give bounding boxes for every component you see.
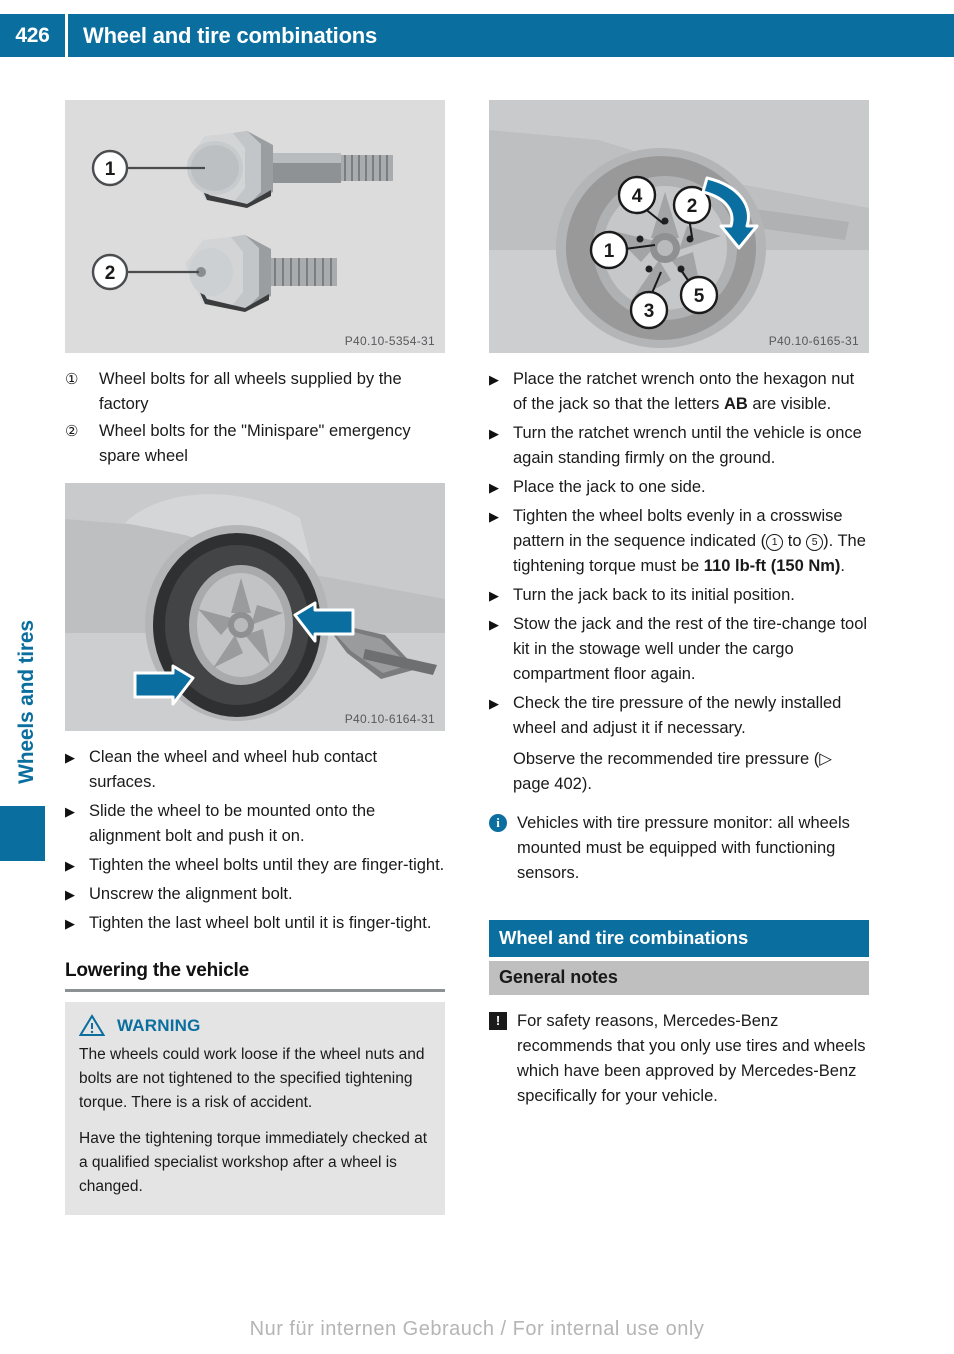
step-bullet-icon: ▶ xyxy=(489,617,499,632)
attention-icon: ! xyxy=(489,1009,517,1030)
wheel-bolts-illustration: 1 2 xyxy=(65,100,445,353)
list-item: ▶ Check the tire pressure of the newly i… xyxy=(489,691,869,741)
page-number: 426 xyxy=(15,23,50,47)
list-item: ▶ Clean the wheel and wheel hub contact … xyxy=(65,745,445,795)
list-item: ▶ Turn the ratchet wrench until the vehi… xyxy=(489,421,869,471)
step-bullet-icon: ▶ xyxy=(489,480,499,495)
page-header: 426 Wheel and tire combinations xyxy=(0,14,954,57)
warning-box: WARNING The wheels could work loose if t… xyxy=(65,1002,445,1215)
step-text: Clean the wheel and wheel hub contact su… xyxy=(89,748,378,791)
attention-note-text: For safety reasons, Mercedes-Benz recomm… xyxy=(517,1012,866,1105)
step-text: Turn the jack back to its initial positi… xyxy=(513,586,795,604)
figure-code: P40.10-6165-31 xyxy=(768,334,859,348)
step-bullet-icon: ▶ xyxy=(65,858,75,873)
svg-text:2: 2 xyxy=(687,196,698,217)
step-bullet-icon: ▶ xyxy=(489,509,499,524)
figure-bolt-sequence: 1 2 3 4 5 P40.10-6165-31 xyxy=(489,100,869,353)
figure-legend: ① Wheel bolts for all wheels supplied by… xyxy=(65,367,445,469)
svg-text:3: 3 xyxy=(644,301,655,322)
step-text: Stow the jack and the rest of the tire-c… xyxy=(513,615,868,683)
chapter-tab-marker xyxy=(0,806,45,861)
info-icon-glyph: i xyxy=(489,814,507,832)
attention-icon-glyph: ! xyxy=(489,1012,507,1030)
legend-item: ① Wheel bolts for all wheels supplied by… xyxy=(65,367,445,417)
svg-text:5: 5 xyxy=(694,286,705,307)
cross-reference-text[interactable]: Observe the recommended tire pressure (▷… xyxy=(513,747,869,797)
svg-text:1: 1 xyxy=(604,241,615,262)
warning-paragraph: Have the tightening torque immediately c… xyxy=(79,1130,428,1195)
svg-text:2: 2 xyxy=(105,263,116,284)
step-bullet-icon: ▶ xyxy=(489,696,499,711)
step-text: Turn the ratchet wrench until the vehicl… xyxy=(513,424,862,467)
list-item: ▶ Turn the jack back to its initial posi… xyxy=(489,583,869,608)
chapter-tab-label: Wheels and tires xyxy=(15,620,38,784)
circled-number: 1 xyxy=(766,534,784,551)
attention-note: ! For safety reasons, Mercedes-Benz reco… xyxy=(489,1009,869,1109)
warning-title: WARNING xyxy=(117,1015,201,1035)
list-item: ▶ Tighten the wheel bolts until they are… xyxy=(65,853,445,878)
info-icon: i xyxy=(489,811,517,832)
subsection-header-bar: General notes xyxy=(489,961,869,995)
list-item: ▶ Place the ratchet wrench onto the hexa… xyxy=(489,367,869,417)
svg-text:4: 4 xyxy=(632,186,643,207)
step-bullet-icon: ▶ xyxy=(65,916,75,931)
info-note-text: Vehicles with tire pressure monitor: all… xyxy=(517,814,850,882)
right-column: 1 2 3 4 5 P40.10-6165-31 ▶ Place the rat… xyxy=(489,100,869,1109)
wheel-jack-illustration xyxy=(65,483,445,731)
warning-paragraph: The wheels could work loose if the wheel… xyxy=(79,1046,425,1111)
page-footer: Nur für internen Gebrauch / For internal… xyxy=(249,1318,705,1340)
left-step-list: ▶ Clean the wheel and wheel hub contact … xyxy=(65,745,445,936)
legend-marker-1: ① xyxy=(65,371,79,388)
legend-text-1: Wheel bolts for all wheels supplied by t… xyxy=(99,370,402,413)
step-text: Tighten the wheel bolts until they are f… xyxy=(89,856,445,874)
step-bullet-icon: ▶ xyxy=(489,426,499,441)
step-text: Slide the wheel to be mounted onto the a… xyxy=(89,802,376,845)
step-text: Place the ratchet wrench onto the hexago… xyxy=(513,370,855,413)
emphasis-text: 110 lb-ft (150 Nm) xyxy=(703,557,841,575)
step-text: Tighten the last wheel bolt until it is … xyxy=(89,914,432,932)
warning-header: WARNING xyxy=(79,1014,431,1037)
list-item: ▶ Tighten the last wheel bolt until it i… xyxy=(65,911,445,936)
figure-code: P40.10-6164-31 xyxy=(344,712,435,726)
left-column: 1 2 P40.10-5354-31 ① Wheel bolts for all… xyxy=(65,100,445,1215)
step-bullet-icon: ▶ xyxy=(65,750,75,765)
list-item: ▶ Tighten the wheel bolts evenly in a cr… xyxy=(489,504,869,579)
step-bullet-icon: ▶ xyxy=(489,372,499,387)
step-bullet-icon: ▶ xyxy=(65,887,75,902)
legend-item: ② Wheel bolts for the "Minispare" emerge… xyxy=(65,419,445,469)
step-text: Unscrew the alignment bolt. xyxy=(89,885,293,903)
list-item: ▶ Place the jack to one side. xyxy=(489,475,869,500)
step-text: Check the tire pressure of the newly ins… xyxy=(513,694,842,737)
right-step-list: ▶ Place the ratchet wrench onto the hexa… xyxy=(489,367,869,797)
figure-code: P40.10-5354-31 xyxy=(344,334,435,348)
list-item: ▶ Unscrew the alignment bolt. xyxy=(65,882,445,907)
step-text: Tighten the wheel bolts evenly in a cros… xyxy=(513,507,866,575)
warning-triangle-icon xyxy=(79,1014,105,1036)
section-header-bar: Wheel and tire combinations xyxy=(489,920,869,957)
heading-rule xyxy=(65,989,445,992)
bolt-sequence-illustration: 1 2 3 4 5 xyxy=(489,100,869,353)
step-bullet-icon: ▶ xyxy=(65,804,75,819)
info-note: i Vehicles with tire pressure monitor: a… xyxy=(489,811,869,886)
step-bullet-icon: ▶ xyxy=(489,588,499,603)
emphasis-text: AB xyxy=(723,395,748,413)
page-title: Wheel and tire combinations xyxy=(83,22,378,48)
list-item: ▶ Slide the wheel to be mounted onto the… xyxy=(65,799,445,849)
section-subheading: Lowering the vehicle xyxy=(65,960,249,981)
circled-number: 5 xyxy=(806,534,824,551)
legend-marker-2: ② xyxy=(65,423,79,440)
svg-text:1: 1 xyxy=(105,159,116,180)
list-item: ▶ Stow the jack and the rest of the tire… xyxy=(489,612,869,687)
legend-text-2: Wheel bolts for the "Minispare" emergenc… xyxy=(99,422,411,465)
figure-wheel-bolts: 1 2 P40.10-5354-31 xyxy=(65,100,445,353)
step-text: Place the jack to one side. xyxy=(513,478,706,496)
figure-wheel-with-jack: P40.10-6164-31 xyxy=(65,483,445,731)
